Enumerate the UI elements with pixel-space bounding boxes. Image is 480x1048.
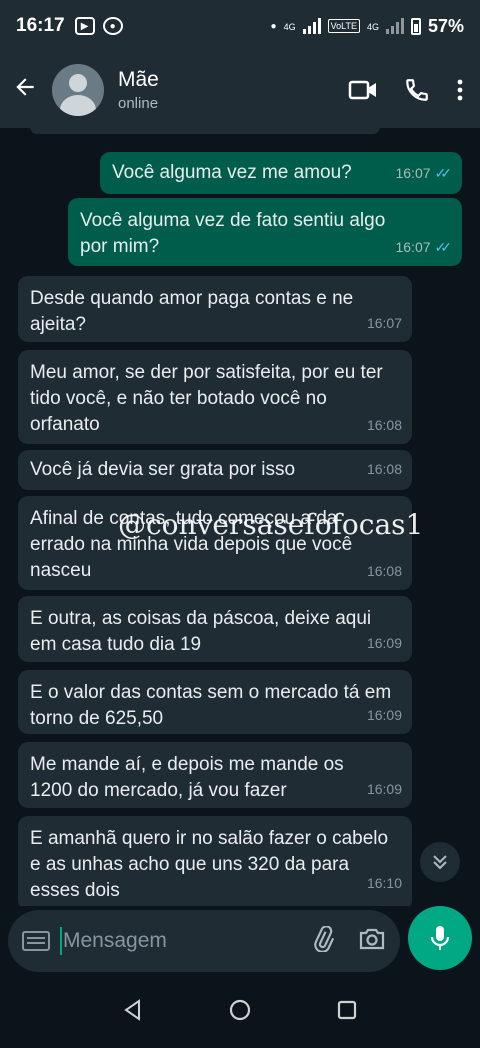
chat-area[interactable]: Você alguma vez me amou? 16:07 ✓✓ Você a… (0, 128, 480, 906)
status-time: 16:17 (16, 15, 65, 36)
message-meta: 16:07 (367, 310, 402, 336)
status-bar: 16:17 ▶ ● ● 4G VoLTE 4G 57% (0, 0, 480, 52)
signal-icon-2 (385, 18, 404, 34)
input-actions (310, 924, 386, 957)
message-bubble-in[interactable]: Você já devia ser grata por isso 16:08 (18, 450, 412, 490)
message-text: E outra, as coisas da páscoa, deixe aqui… (30, 608, 372, 655)
message-time: 16:09 (366, 635, 402, 651)
previous-message-edge (30, 128, 380, 134)
message-text: E amanhã quero ir no salão fazer o cabel… (30, 828, 389, 901)
input-bar: Mensagem (0, 906, 480, 976)
message-bubble-in[interactable]: E o valor das contas sem o mercado tá em… (18, 670, 412, 734)
double-check-icon: ✓✓ (434, 239, 453, 255)
message-meta: 16:07 ✓✓ (395, 234, 452, 260)
message-input[interactable]: Mensagem (8, 910, 400, 972)
network-type-2: 4G (366, 21, 379, 32)
nav-recents-icon[interactable] (337, 1000, 357, 1025)
message-bubble-out[interactable]: Você alguma vez de fato sentiu algo por … (68, 198, 462, 266)
message-meta: 16:08 (367, 456, 402, 482)
arrow-left-icon[interactable] (12, 74, 42, 107)
message-meta: 16:08 (367, 558, 402, 584)
message-text: Desde quando amor paga contas e ne ajeit… (30, 288, 354, 335)
message-time: 16:09 (366, 707, 402, 723)
message-text: Você alguma vez me amou? (112, 162, 352, 183)
video-call-icon[interactable] (348, 78, 378, 102)
camera-icon[interactable] (358, 926, 386, 957)
message-meta: 16:08 (367, 412, 402, 438)
message-placeholder: Mensagem (63, 929, 167, 952)
double-check-icon: ✓✓ (434, 165, 453, 181)
watermark-text: @conversasefofocas1 (118, 508, 424, 541)
message-bubble-in[interactable]: E outra, as coisas da páscoa, deixe aqui… (18, 596, 412, 662)
avatar[interactable] (52, 64, 104, 116)
message-text: Meu amor, se der por satisfeita, por eu … (30, 362, 383, 435)
header-actions (348, 77, 464, 103)
message-meta: 16:09 (367, 776, 402, 802)
message-text: E o valor das contas sem o mercado tá em… (30, 682, 392, 729)
mic-icon[interactable] (408, 906, 472, 970)
message-bubble-in[interactable]: E amanhã quero ir no salão fazer o cabel… (18, 816, 412, 906)
nav-home-icon[interactable] (228, 998, 252, 1027)
more-vert-icon[interactable] (456, 78, 464, 102)
dot-icon: ● (270, 20, 277, 32)
message-bubble-in[interactable]: Meu amor, se der por satisfeita, por eu … (18, 350, 412, 444)
message-time: 16:07 (366, 315, 402, 331)
message-meta: 16:07 ✓✓ (395, 160, 452, 186)
message-bubble-out[interactable]: Você alguma vez me amou? 16:07 ✓✓ (100, 152, 462, 194)
message-bubble-in[interactable]: Desde quando amor paga contas e ne ajeit… (18, 276, 412, 342)
network-type-1: 4G (283, 21, 296, 32)
phone-icon[interactable] (404, 77, 430, 103)
app-notification-icon: ● (102, 17, 123, 35)
paperclip-icon[interactable] (310, 924, 336, 957)
message-meta: 16:10 (367, 870, 402, 896)
message-text: Você já devia ser grata por isso (30, 459, 296, 480)
message-time: 16:08 (366, 417, 402, 433)
contact-name: Mãe (118, 68, 159, 91)
message-meta: 16:09 (367, 630, 402, 656)
volte-badge: VoLTE (327, 19, 360, 33)
status-right: ● 4G VoLTE 4G 57% (271, 16, 464, 37)
message-meta: 16:09 (367, 702, 402, 728)
message-time: 16:08 (366, 563, 402, 579)
system-nav-bar (0, 976, 480, 1048)
message-bubble-in[interactable]: Me mande aí, e depois me mande os 1200 d… (18, 742, 412, 808)
message-time: 16:09 (366, 781, 402, 797)
keyboard-icon[interactable] (22, 931, 50, 951)
message-time: 16:07 (395, 165, 431, 181)
message-text: Me mande aí, e depois me mande os 1200 d… (30, 754, 344, 801)
message-time: 16:10 (366, 875, 402, 891)
signal-icon (302, 18, 321, 34)
battery-icon (410, 17, 421, 35)
double-chevron-down-icon[interactable] (420, 842, 460, 882)
battery-percent: 57% (427, 15, 464, 36)
contact-status: online (118, 95, 159, 112)
message-text: Você alguma vez de fato sentiu algo por … (80, 210, 386, 257)
message-time: 16:07 (395, 239, 431, 255)
text-caret (60, 927, 62, 955)
youtube-icon: ▶ (74, 17, 95, 35)
nav-back-icon[interactable] (123, 998, 143, 1026)
contact-info[interactable]: Mãe online (118, 68, 159, 112)
message-time: 16:08 (366, 461, 402, 477)
chat-header: Mãe online (0, 52, 480, 128)
